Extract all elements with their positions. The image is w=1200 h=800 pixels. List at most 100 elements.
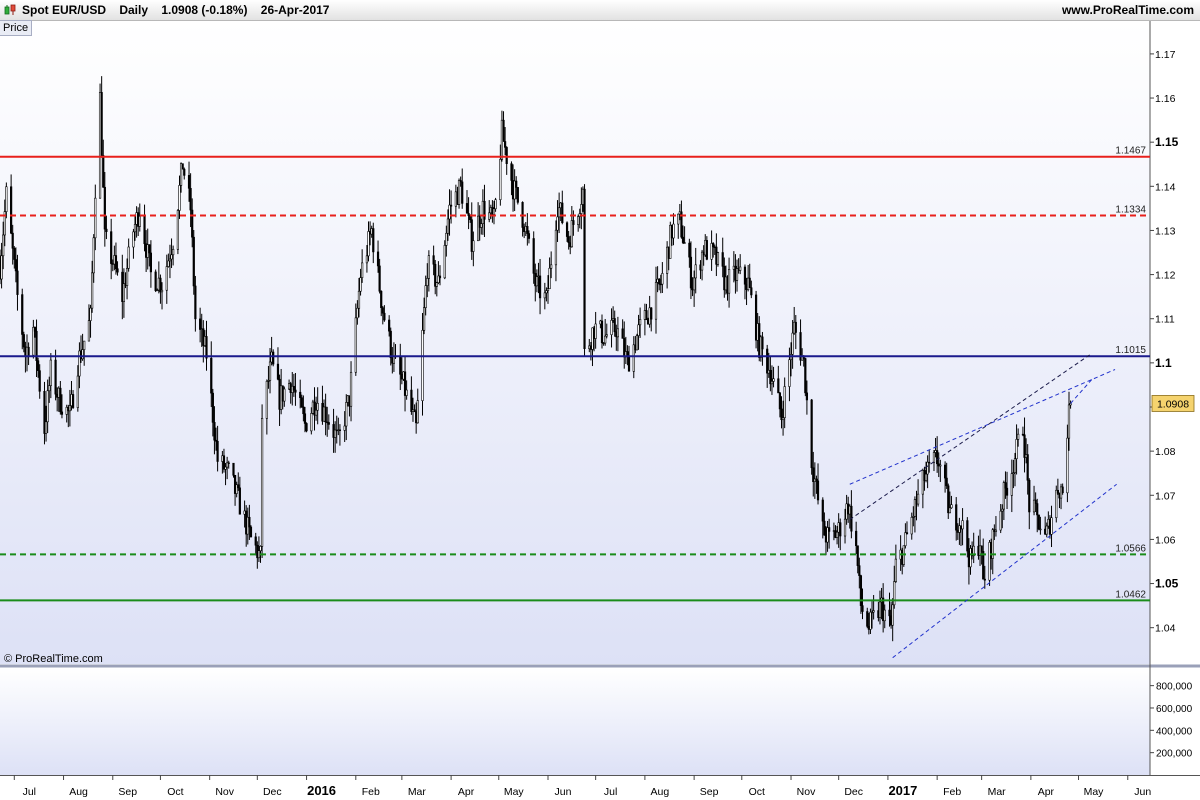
candle-body <box>376 251 380 267</box>
candle-body <box>378 265 381 292</box>
candle <box>260 404 264 558</box>
candle-body <box>302 406 305 415</box>
candle <box>457 178 461 209</box>
candle-body <box>14 259 17 272</box>
candle-body <box>554 229 558 266</box>
x-tick-label: Sep <box>118 786 137 798</box>
candle <box>1037 514 1040 531</box>
candle-body <box>502 119 505 142</box>
candle-body <box>639 319 642 326</box>
price-chart[interactable]: 1.1467 1.1334 1.1015 1.0566 1.0462 1.04 1.05 1… <box>0 0 1200 800</box>
candle-body <box>526 226 529 234</box>
candle-body <box>894 558 897 582</box>
candle-body <box>367 231 370 257</box>
candle-body <box>828 527 831 532</box>
candle-body <box>994 529 998 532</box>
candle-body <box>783 386 786 418</box>
candle-body <box>936 450 939 465</box>
candle <box>154 269 157 293</box>
candle-body <box>510 163 513 181</box>
candle-body <box>191 209 194 238</box>
volume-tick-label: 800,000 <box>1156 682 1193 693</box>
x-tick-label: Oct <box>167 786 183 798</box>
candle-body <box>359 277 362 292</box>
candle-body <box>424 285 427 308</box>
candle-body <box>492 208 496 215</box>
candle-body <box>327 422 330 425</box>
candle-body <box>580 204 583 214</box>
candle-body <box>132 231 135 248</box>
price-panel-tab[interactable]: Price <box>0 20 33 36</box>
candle-body <box>122 283 125 302</box>
volume-tick-label: 200,000 <box>1156 749 1193 760</box>
candle <box>583 184 586 357</box>
x-tick-label: Dec <box>263 786 282 798</box>
candle-body <box>446 218 450 234</box>
candle <box>902 545 905 567</box>
candle-body <box>516 187 519 203</box>
candle-body <box>472 240 475 252</box>
candle-body <box>110 231 113 264</box>
y-tick-label: 1.1 <box>1155 356 1172 370</box>
candle-body <box>232 462 235 476</box>
candle-body <box>300 397 303 408</box>
volume-tick-label: 400,000 <box>1156 726 1193 737</box>
candle-body <box>916 493 920 505</box>
candle-body <box>210 357 213 394</box>
candle-body <box>872 610 875 613</box>
candle-body <box>1055 489 1058 519</box>
candle-body <box>1015 439 1018 460</box>
candle <box>516 187 519 205</box>
candle-body <box>637 324 640 336</box>
candle-body <box>54 359 57 395</box>
candle-body <box>405 389 408 396</box>
candle-body <box>16 270 19 295</box>
candle-body <box>102 155 105 188</box>
candle-body <box>165 266 168 291</box>
candle-body <box>103 186 106 230</box>
candle-body <box>76 375 79 408</box>
candle-body <box>926 461 929 475</box>
candle-body <box>432 255 435 265</box>
candle-body <box>345 402 348 427</box>
candle-body <box>354 317 357 373</box>
candle-body <box>955 504 958 531</box>
candle-body <box>167 260 170 267</box>
candle-body <box>187 175 191 189</box>
candle-body <box>44 421 48 434</box>
y-tick-label: 1.12 <box>1155 270 1176 282</box>
candle-body <box>635 335 639 351</box>
candle-body <box>538 275 542 299</box>
candle-body <box>600 320 604 344</box>
level-label: 1.1467 <box>1115 146 1146 157</box>
candle-body <box>772 378 775 382</box>
candle-body <box>316 402 319 411</box>
candle-body <box>448 204 451 220</box>
candle-body <box>310 413 313 432</box>
candle-body <box>621 328 624 339</box>
candle-body <box>878 601 882 618</box>
candle-body <box>211 392 214 423</box>
candle-body <box>950 504 953 509</box>
candle-body <box>654 282 658 320</box>
candle-body <box>504 141 507 148</box>
candle-body <box>133 224 137 233</box>
candle-body <box>138 215 141 227</box>
candle-body <box>1050 517 1053 535</box>
candle-body <box>49 359 52 386</box>
price-panel-background <box>0 21 1150 664</box>
candle-body <box>416 400 419 424</box>
candle-body <box>1001 508 1004 512</box>
candle-body <box>259 546 262 552</box>
candle-body <box>299 391 302 399</box>
candle-body <box>572 220 575 225</box>
candle-body <box>237 484 240 489</box>
candle-body <box>858 565 861 576</box>
candle-body <box>904 532 907 547</box>
candle-body <box>276 363 280 380</box>
price-axis-area[interactable] <box>1150 21 1200 664</box>
candle-body <box>105 228 108 232</box>
candle-body <box>1005 487 1009 496</box>
candle <box>249 525 253 538</box>
candle <box>176 209 180 255</box>
